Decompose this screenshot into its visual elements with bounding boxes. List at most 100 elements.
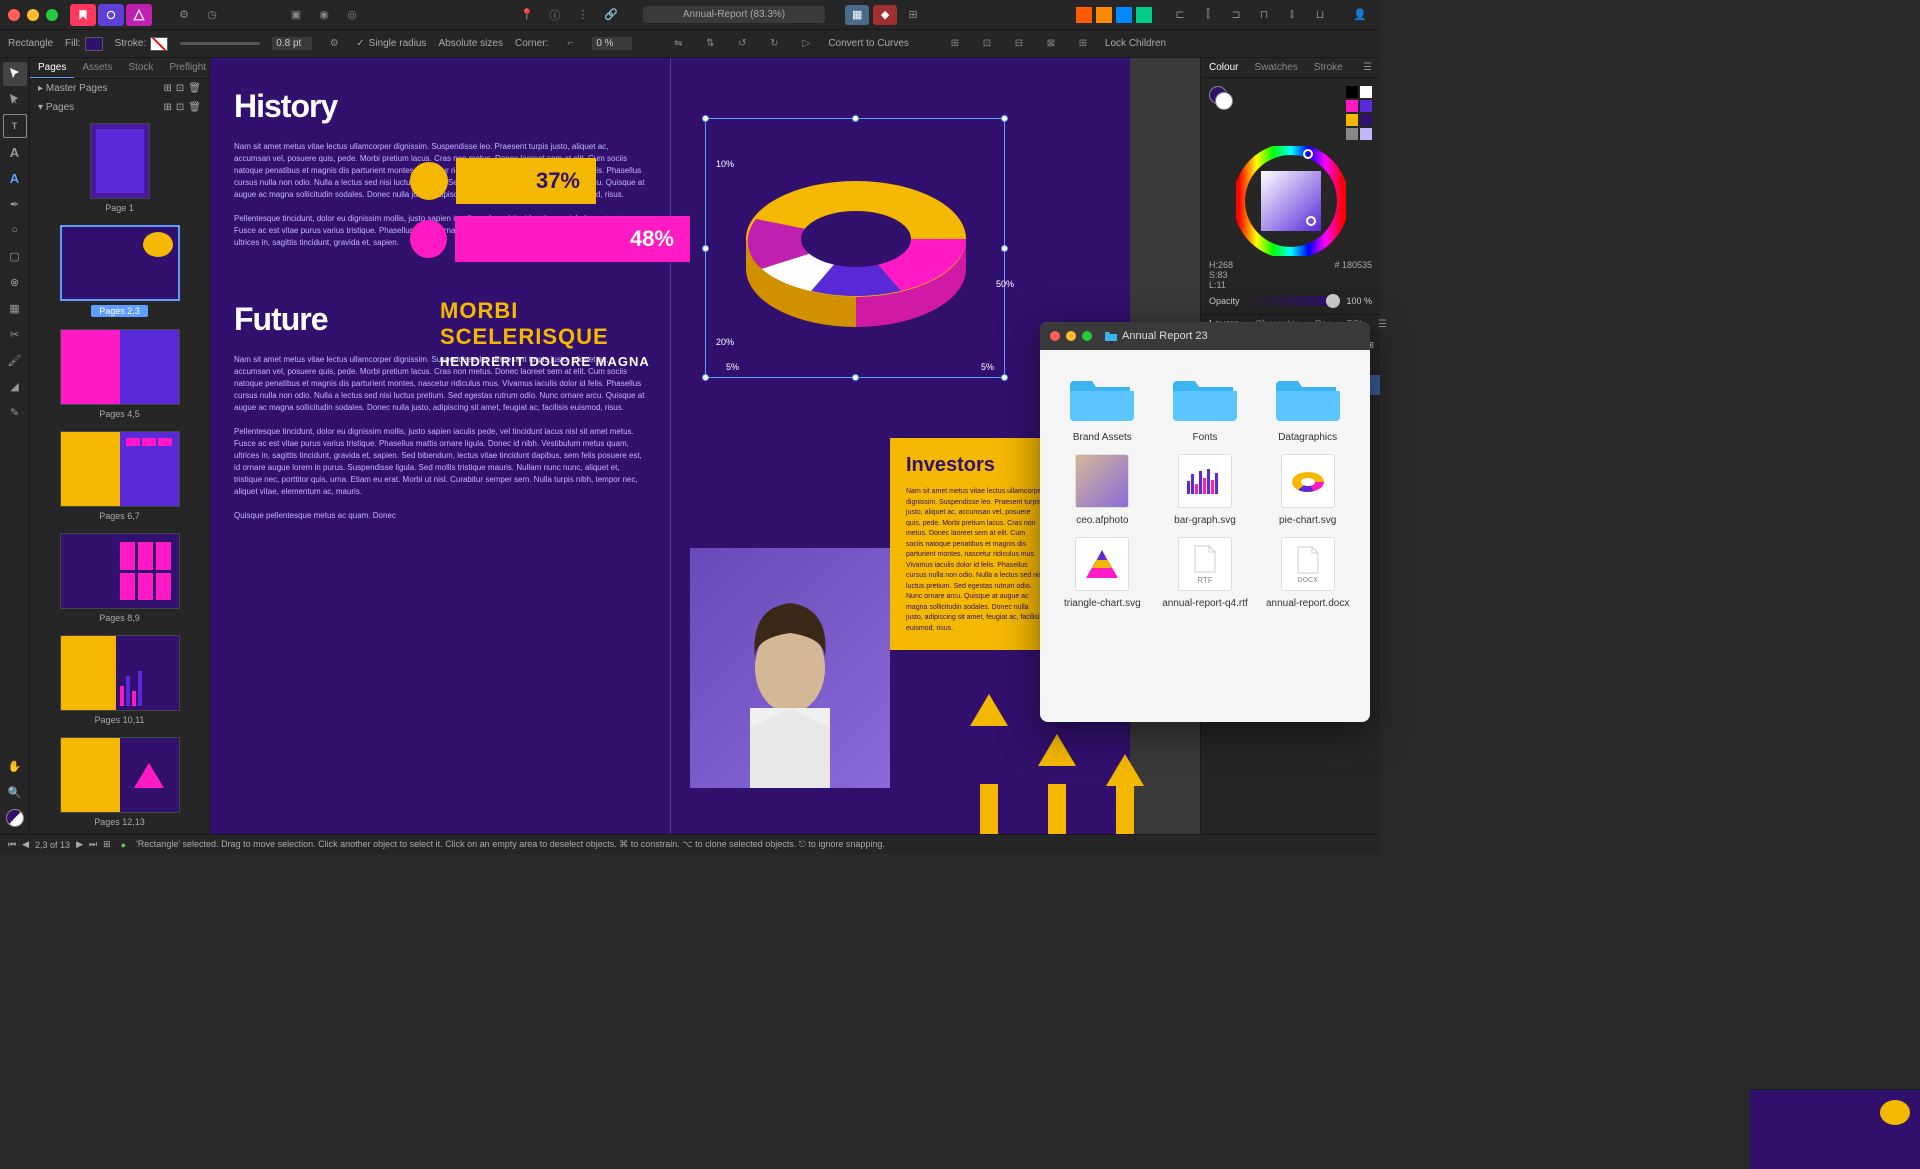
gear-icon[interactable]: ⚙ [172, 5, 196, 25]
move-tool[interactable] [3, 62, 27, 86]
master-pages-header[interactable]: ▸ Master Pages ⊞ ⊡ 🗑 [30, 79, 209, 98]
page-opts2-icon[interactable]: ⊡ [176, 102, 184, 113]
single-radius-check[interactable]: ✓ Single radius [356, 38, 426, 49]
align-bottom-icon[interactable]: ⊔ [1308, 5, 1332, 25]
zoom-tool[interactable]: 🔍 [3, 780, 27, 804]
page-thumb-1[interactable] [90, 123, 150, 199]
document-canvas[interactable]: History Nam sit amet metus vitae lectus … [210, 58, 1130, 834]
arrange-front[interactable] [1076, 7, 1092, 23]
text-frame-tool[interactable]: T [3, 114, 27, 138]
first-page-icon[interactable]: ⏮ [8, 839, 16, 850]
navigator-preview[interactable] [1750, 1089, 1920, 1169]
maximize-window[interactable] [46, 9, 58, 21]
tab-assets[interactable]: Assets [74, 58, 120, 78]
flip-h-icon[interactable]: ⇋ [668, 34, 688, 54]
close-window[interactable] [8, 9, 20, 21]
link-icon[interactable]: 🔗 [599, 5, 623, 25]
page-trash2-icon[interactable]: 🗑 [188, 102, 201, 113]
corner-type-icon[interactable]: ⌐ [560, 34, 580, 54]
body-text[interactable]: Quisque pellentesque metus ac quam. Done… [234, 510, 646, 522]
eyedropper-tool[interactable]: ✎ [3, 400, 27, 424]
panel-menu-icon[interactable]: ☰ [1355, 58, 1380, 77]
recent-swatches[interactable] [1346, 86, 1372, 140]
star-tool[interactable]: ⊗ [3, 270, 27, 294]
rectangle-tool[interactable]: ▢ [3, 244, 27, 268]
ceo-photo[interactable] [690, 548, 890, 788]
page-thumb-2-3[interactable] [60, 225, 180, 301]
finder-item-folder[interactable]: Brand Assets [1056, 370, 1149, 443]
page-thumb-4-5[interactable] [60, 329, 180, 405]
finder-item-rtf[interactable]: RTF annual-report-q4.rtf [1159, 536, 1252, 609]
toggle-c[interactable]: ⊞ [901, 5, 925, 25]
finder-close[interactable] [1050, 331, 1060, 341]
finder-window[interactable]: Annual Report 23 Brand Assets Fonts Data… [1040, 322, 1370, 722]
finder-maximize[interactable] [1082, 331, 1092, 341]
align-right-icon[interactable]: ⊐ [1224, 5, 1248, 25]
bar-item-1[interactable]: 37% [410, 158, 690, 204]
opacity-value[interactable]: 100 % [1346, 296, 1372, 306]
tab-pages[interactable]: Pages [30, 58, 74, 78]
fill-swatch[interactable] [85, 37, 103, 51]
pages-header[interactable]: ▾ Pages ⊞ ⊡ 🗑 [30, 98, 209, 117]
align-top-icon[interactable]: ⊓ [1252, 5, 1276, 25]
finder-item-svg[interactable]: pie-chart.svg [1261, 453, 1354, 526]
clock-icon[interactable]: ◷ [200, 5, 224, 25]
finder-item-svg[interactable]: bar-graph.svg [1159, 453, 1252, 526]
stroke-width-input[interactable] [272, 37, 312, 50]
snap-d-icon[interactable]: ⊠ [1041, 34, 1061, 54]
publisher-persona[interactable] [70, 4, 96, 26]
tab-colour[interactable]: Colour [1201, 58, 1246, 77]
page-thumb-6-7[interactable] [60, 431, 180, 507]
page-add2-icon[interactable]: ⊞ [164, 102, 172, 113]
crop-tool[interactable]: ✂ [3, 322, 27, 346]
snap-e-icon[interactable]: ⊞ [1073, 34, 1093, 54]
align-left-icon[interactable]: ⊏ [1168, 5, 1192, 25]
corner-value-input[interactable] [592, 37, 632, 50]
pin-icon[interactable]: 📍 [515, 5, 539, 25]
tab-stock[interactable]: Stock [120, 58, 161, 78]
finder-minimize[interactable] [1066, 331, 1076, 341]
donut-chart[interactable] [706, 119, 1006, 379]
opacity-slider[interactable] [1246, 296, 1341, 306]
stroke-swatch[interactable] [150, 37, 168, 51]
hand-tool[interactable]: ✋ [3, 754, 27, 778]
page-indicator[interactable]: 2,3 of 13 [35, 840, 70, 850]
color-wheel[interactable] [1236, 146, 1346, 256]
hex-value[interactable]: # 180535 [1334, 260, 1372, 290]
last-page-icon[interactable]: ⏭ [89, 839, 97, 850]
next-page-icon[interactable]: ▶ [76, 839, 83, 850]
text-tool[interactable]: A [3, 140, 27, 164]
tab-swatches[interactable]: Swatches [1246, 58, 1305, 77]
gear-small-icon[interactable]: ⚙ [324, 34, 344, 54]
investors-box[interactable]: Investors Nam sit amet metus vitae lectu… [890, 438, 1060, 650]
timer-icon[interactable]: ◉ [312, 5, 336, 25]
rotate-cw-icon[interactable]: ↻ [764, 34, 784, 54]
toggle-b[interactable]: ◆ [873, 5, 897, 25]
selected-donut-group[interactable]: 10% 50% 20% 5% 5% [705, 118, 1005, 378]
snap-a-icon[interactable]: ⊞ [945, 34, 965, 54]
table-tool[interactable]: ▦ [3, 296, 27, 320]
photo-persona[interactable] [98, 4, 124, 26]
color-well[interactable] [3, 806, 27, 830]
align-center-icon[interactable]: ⫿ [1196, 5, 1220, 25]
sb-icon[interactable]: ⊞ [103, 839, 111, 850]
snap-c-icon[interactable]: ⊟ [1009, 34, 1029, 54]
bar-item-2[interactable]: 48% [410, 216, 690, 262]
tab-preflight[interactable]: Preflight [161, 58, 210, 78]
absolute-sizes-label[interactable]: Absolute sizes [438, 38, 502, 49]
node-tool[interactable] [3, 88, 27, 112]
brush-tool[interactable]: 🖌 [3, 348, 27, 372]
rotate-ccw-icon[interactable]: ↺ [732, 34, 752, 54]
finder-item-image[interactable]: ceo.afphoto [1056, 453, 1149, 526]
fill-stroke-wells[interactable] [1209, 86, 1233, 110]
page-thumb-8-9[interactable] [60, 533, 180, 609]
finder-item-folder[interactable]: Fonts [1159, 370, 1252, 443]
target-icon[interactable]: ◎ [340, 5, 364, 25]
history-heading[interactable]: History [234, 88, 646, 125]
pen-tool[interactable]: ✒ [3, 192, 27, 216]
camera-icon[interactable]: ▣ [284, 5, 308, 25]
page-thumb-10-11[interactable] [60, 635, 180, 711]
page-add-icon[interactable]: ⊞ [164, 83, 172, 94]
prev-page-icon[interactable]: ◀ [22, 839, 29, 850]
info-icon[interactable]: ⓘ [543, 5, 567, 25]
